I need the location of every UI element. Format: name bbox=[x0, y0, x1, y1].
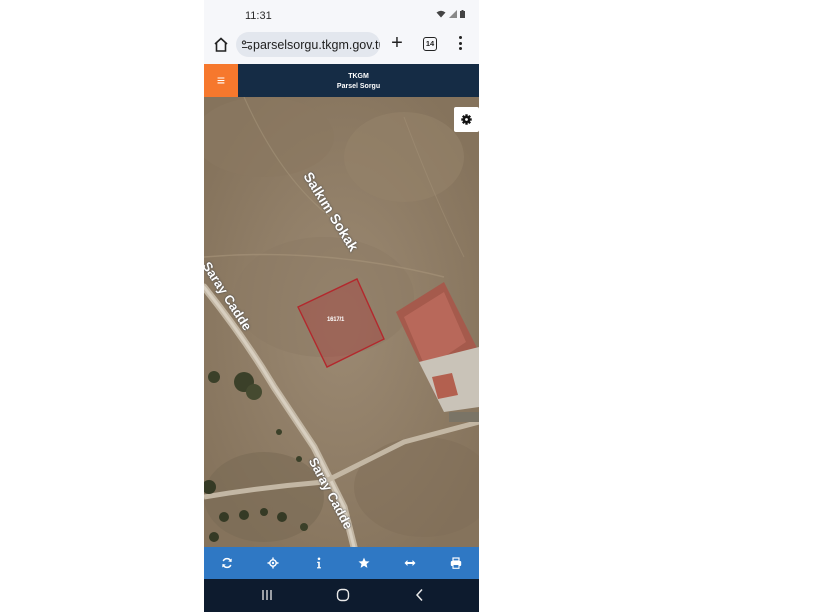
phone-screen: 11:31 parselsorgu.tkgm.gov.tr + 14 ≡ TKG… bbox=[204, 0, 479, 612]
info-button[interactable] bbox=[296, 547, 342, 579]
back-icon[interactable] bbox=[412, 587, 428, 603]
status-time: 11:31 bbox=[245, 10, 272, 22]
wifi-icon bbox=[436, 10, 446, 18]
map-settings-button[interactable] bbox=[454, 107, 479, 132]
map-toolbar bbox=[204, 547, 479, 579]
locate-button[interactable] bbox=[250, 547, 296, 579]
locate-icon bbox=[267, 557, 279, 569]
app-header: ≡ TKGM Parsel Sorgu bbox=[204, 64, 479, 97]
app-title-line1: TKGM bbox=[348, 73, 369, 80]
app-title: TKGM Parsel Sorgu bbox=[238, 72, 479, 92]
print-button[interactable] bbox=[433, 547, 479, 579]
recent-apps-icon[interactable] bbox=[259, 587, 275, 603]
battery-icon bbox=[460, 10, 465, 18]
url-text[interactable]: parselsorgu.tkgm.gov.tr bbox=[253, 38, 380, 52]
star-icon bbox=[358, 557, 370, 568]
measure-icon bbox=[404, 560, 416, 566]
measure-button[interactable] bbox=[387, 547, 433, 579]
address-bar[interactable]: parselsorgu.tkgm.gov.tr bbox=[236, 32, 380, 57]
browser-menu-icon[interactable] bbox=[459, 36, 463, 53]
refresh-icon bbox=[222, 557, 232, 569]
signal-icon bbox=[449, 10, 457, 18]
refresh-button[interactable] bbox=[204, 547, 250, 579]
new-tab-button[interactable]: + bbox=[389, 33, 405, 53]
parcel-number-label: 1617/1 bbox=[327, 317, 345, 323]
print-icon bbox=[450, 557, 462, 569]
app-title-line2: Parsel Sorgu bbox=[336, 83, 381, 90]
home-nav-icon[interactable] bbox=[335, 587, 351, 603]
browser-toolbar: parselsorgu.tkgm.gov.tr + 14 bbox=[204, 30, 479, 64]
info-icon bbox=[316, 557, 321, 569]
gear-icon bbox=[461, 114, 472, 125]
map-view[interactable]: 1617/1 Salkım Sokak Saray Cadde Saray Ca… bbox=[204, 97, 479, 547]
tab-count-button[interactable]: 14 bbox=[423, 37, 437, 51]
home-icon[interactable] bbox=[212, 36, 230, 54]
system-navigation-bar bbox=[204, 579, 479, 612]
favorite-button[interactable] bbox=[341, 547, 387, 579]
status-icons bbox=[436, 10, 465, 18]
hamburger-menu-button[interactable]: ≡ bbox=[204, 64, 238, 97]
site-settings-icon[interactable] bbox=[241, 39, 253, 51]
status-bar: 11:31 bbox=[204, 0, 479, 30]
